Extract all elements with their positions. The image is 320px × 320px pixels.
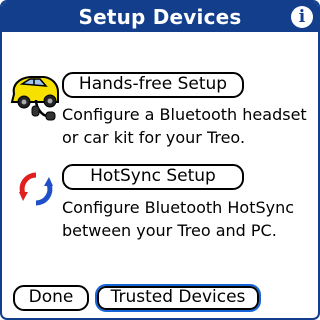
done-button[interactable]: Done	[13, 285, 89, 311]
trusted-devices-button[interactable]: Trusted Devices	[95, 284, 261, 312]
hands-free-description-line-2: or car kit for your Treo.	[62, 128, 246, 147]
info-icon[interactable]: i	[291, 6, 313, 28]
title-bar: Setup Devices i	[2, 2, 318, 32]
hotsync-arrows-icon	[19, 172, 53, 206]
hotsync-description: Configure Bluetooth HotSync between your…	[62, 196, 314, 242]
hotsync-description-line-1: Configure Bluetooth HotSync	[62, 198, 295, 217]
hotsync-description-line-2: between your Treo and PC.	[62, 221, 277, 240]
hotsync-setup-button[interactable]: HotSync Setup	[62, 164, 244, 190]
hands-free-description: Configure a Bluetooth headset or car kit…	[62, 103, 314, 149]
car-headset-icon	[10, 76, 59, 121]
dialog-title: Setup Devices	[78, 5, 242, 29]
hands-free-description-line-1: Configure a Bluetooth headset	[62, 105, 307, 124]
dialog-window: Setup Devices i Hands-free Setup Configu…	[0, 0, 320, 320]
hands-free-setup-button[interactable]: Hands-free Setup	[62, 72, 244, 98]
